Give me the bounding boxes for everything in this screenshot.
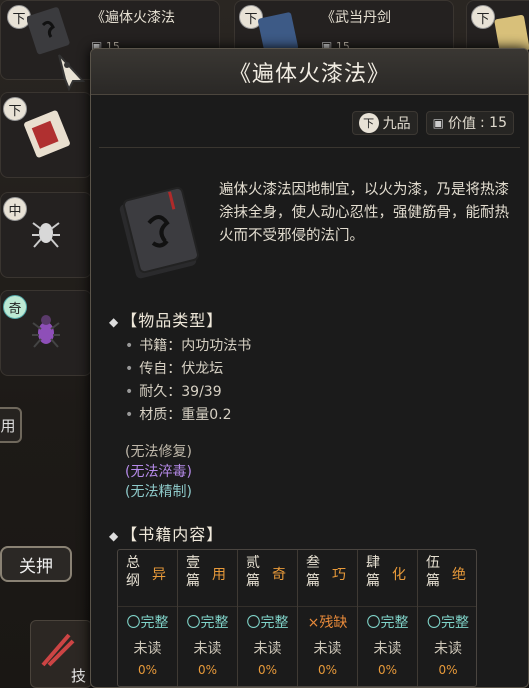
chapter-read: 未读 xyxy=(313,641,342,657)
chapter-name: 壹篇 xyxy=(186,555,200,589)
chapter-percent: 0% xyxy=(317,663,338,677)
release-button[interactable]: 关押 xyxy=(0,546,72,582)
chapter-cell[interactable]: 贰篇 奇 〇完整 未读 0% xyxy=(238,550,298,686)
grade-text: 九品 xyxy=(382,116,411,132)
side-tab[interactable]: 用 xyxy=(0,407,22,443)
attribute-book: • 书籍：内功功法书 xyxy=(125,338,252,354)
price-label: 价值 xyxy=(448,116,477,132)
price-value: : 15 xyxy=(480,115,507,131)
chapter-status: ×残缺 xyxy=(307,615,348,631)
chapter-name: 伍篇 xyxy=(426,555,440,589)
chapter-char: 绝 xyxy=(452,567,466,583)
no-repair-text: (无法修复) xyxy=(125,444,192,460)
book-icon xyxy=(119,186,199,279)
slot-title: 《武当丹剑 xyxy=(321,10,391,26)
chapter-read: 未读 xyxy=(434,641,462,657)
price-chip: ▣ 价值 : 15 xyxy=(425,111,514,135)
no-poison-text: (无法淬毒) xyxy=(125,464,192,480)
chapter-cell[interactable]: 总纲 异 〇完整 未读 0% xyxy=(118,550,178,686)
chapter-char: 奇 xyxy=(272,567,286,583)
chapter-cell[interactable]: 壹篇 用 〇完整 未读 0% xyxy=(178,550,238,686)
coin-icon: ▣ xyxy=(432,116,445,130)
chapter-percent: 0% xyxy=(137,663,158,677)
cursor-icon xyxy=(58,54,86,91)
skill-icon xyxy=(41,633,75,667)
slot-title: 《遍体火漆法 xyxy=(91,10,175,26)
attribute-material: • 材质：重量0.2 xyxy=(125,407,232,423)
grade-icon: 下 xyxy=(358,113,379,133)
chapter-char: 巧 xyxy=(332,567,346,583)
diamond-icon: ◆ xyxy=(109,315,120,329)
attribute-durability: • 耐久：39/39 xyxy=(125,384,222,400)
item-detail-popup: 《遍体火漆法》 下 九品 ▣ 价值 : 15 遍体火漆法因地制宜，以火为漆，乃是… xyxy=(90,48,529,688)
insect-icon xyxy=(32,315,60,348)
chapter-read: 未读 xyxy=(193,641,222,657)
chapter-cell[interactable]: 叁篇 巧 ×残缺 未读 0% xyxy=(298,550,358,686)
chapter-cell[interactable]: 伍篇 绝 〇完整 未读 0% xyxy=(418,550,478,686)
inventory-slot-4[interactable]: 下 xyxy=(0,92,92,178)
grade-chip: 下 九品 xyxy=(351,111,418,135)
meta-row: 下 九品 ▣ 价值 : 15 xyxy=(351,111,514,135)
chapter-char: 用 xyxy=(212,567,226,583)
chapter-cell[interactable]: 肆篇 化 〇完整 未读 0% xyxy=(358,550,418,686)
chapter-char: 化 xyxy=(392,567,406,583)
chapter-status: 〇完整 xyxy=(126,615,169,631)
chapter-status: 〇完整 xyxy=(366,615,409,631)
skill-slot[interactable]: 技 xyxy=(30,620,92,688)
insect-icon xyxy=(32,222,60,248)
item-type-heading: ◆ 【物品类型】 xyxy=(109,311,224,330)
item-description: 遍体火漆法因地制宜，以火为漆，乃是将热漆涂抹全身，使人动心忍性，强健筋骨，能耐热… xyxy=(219,182,509,244)
no-refine-text: (无法精制) xyxy=(125,484,192,500)
chapter-percent: 0% xyxy=(377,663,398,677)
chapter-grid: 总纲 异 〇完整 未读 0% 壹篇 用 〇完整 未读 0% 贰篇 奇 〇完整 未… xyxy=(117,549,477,687)
book-icon xyxy=(27,7,70,55)
chapter-char: 异 xyxy=(152,567,166,583)
inventory-slot-6[interactable]: 奇 xyxy=(0,290,92,376)
chapter-name: 总纲 xyxy=(126,555,140,589)
attribute-origin: • 传自：伏龙坛 xyxy=(125,361,224,377)
chapter-name: 肆篇 xyxy=(366,555,380,589)
chapter-read: 未读 xyxy=(133,641,162,657)
popup-title: 《遍体火漆法》 xyxy=(228,61,390,87)
divider xyxy=(99,147,520,148)
skill-label: 技 xyxy=(71,667,87,685)
chapter-status: 〇完整 xyxy=(186,615,229,631)
chapter-percent: 0% xyxy=(197,663,218,677)
chapter-read: 未读 xyxy=(253,641,282,657)
chapter-name: 叁篇 xyxy=(306,555,320,589)
book-icon xyxy=(24,110,70,158)
chapter-status: 〇完整 xyxy=(246,615,289,631)
grade-badge: 奇 xyxy=(3,295,27,319)
chapter-name: 贰篇 xyxy=(246,555,260,589)
book-content-heading: ◆ 【书籍内容】 xyxy=(109,525,224,544)
chapter-read: 未读 xyxy=(373,641,402,657)
inventory-slot-5[interactable]: 中 xyxy=(0,192,92,278)
popup-header: 《遍体火漆法》 xyxy=(91,49,528,95)
chapter-percent: 0% xyxy=(257,663,278,677)
grade-badge: 中 xyxy=(3,197,27,221)
chapter-status: 〇完整 xyxy=(427,615,469,631)
chapter-percent: 0% xyxy=(438,663,458,677)
diamond-icon: ◆ xyxy=(109,529,120,543)
